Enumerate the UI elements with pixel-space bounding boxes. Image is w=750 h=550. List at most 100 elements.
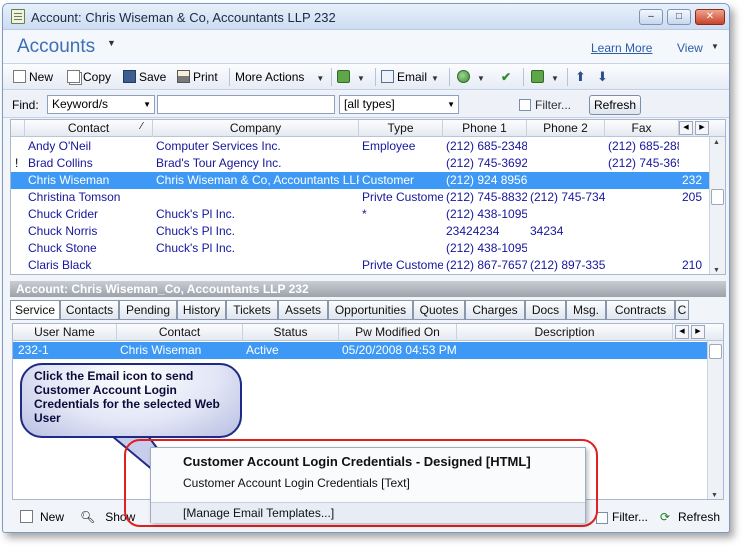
extra-cell [679,223,711,240]
flag-column-header[interactable] [11,120,25,137]
close-button[interactable]: ✕ [695,9,725,25]
column-header-phone1[interactable]: Phone 1 [443,120,527,137]
contacts-scrollbar[interactable]: ▲ ▼ [709,137,725,274]
tab-contacts[interactable]: Contacts [60,300,119,320]
table-row[interactable]: Chuck Norris Chuck's Pl Inc. 23424234 34234 [11,223,725,240]
tab-opportunities[interactable]: Opportunities [328,300,413,320]
minimize-button[interactable]: – [639,9,663,25]
column-header-phone2[interactable]: Phone 2 [527,120,605,137]
table-row[interactable]: Christina Tomson Privte Customer (212) 745… [11,189,725,206]
phone1-cell: (212) 745-8832 [446,190,527,204]
type-select[interactable]: [all types] ▼ [339,95,459,114]
copy-button[interactable]: Copy [67,68,111,86]
scroll-thumb[interactable] [711,189,724,205]
tab-tickets[interactable]: Tickets [226,300,278,320]
column-header-contact[interactable]: Contact [117,324,243,341]
table-row[interactable]: Claris Black Privte Customer (212) 867-765… [11,257,725,274]
web-button[interactable]: ▼ [457,68,485,86]
export-icon [531,70,544,83]
email-button[interactable]: Email ▼ [381,68,439,86]
new-page-icon [13,70,26,83]
menu-item-manage-templates[interactable]: [Manage Email Templates...] [151,502,585,523]
schedule-button[interactable]: ▼ [337,68,365,86]
new-user-label: New [40,510,65,524]
tab-msg[interactable]: Msg. [566,300,606,320]
scroll-up-icon[interactable]: ▲ [713,139,720,146]
account-card-icon [11,9,25,24]
chevron-down-icon: ▼ [143,100,151,109]
type-cell: Privte Customer [362,258,443,272]
arrow-down-icon: ⬇ [597,69,608,84]
scroll-down-icon[interactable]: ▼ [713,267,720,274]
table-row[interactable]: Chris Wiseman Chris Wiseman & Co, Account… [11,172,725,189]
search-input[interactable] [157,95,335,114]
save-button[interactable]: Save [123,68,166,86]
fax-cell: (212) 745-3692 [608,156,679,170]
phone1-cell: (212) 867-7657 [446,258,527,272]
tab-pending[interactable]: Pending [119,300,177,320]
column-header-type[interactable]: Type [359,120,443,137]
users-filter-checkbox[interactable] [596,512,608,524]
spellcheck-button[interactable]: ✔ [501,68,511,86]
phone1-cell: (212) 924 8956 [446,173,527,187]
extra-cell [679,138,711,155]
move-down-button[interactable]: ⬇ [597,68,608,86]
table-row[interactable]: Andy O'Neil Computer Services Inc. Employe… [11,138,725,155]
table-row[interactable]: Chuck Crider Chuck's Pl Inc. * (212) 438-10… [11,206,725,223]
users-scrollbar[interactable]: ▼ [707,341,723,499]
grid-header: Contact ⁄ Company Type Phone 1 Phone 2 F… [11,120,725,137]
tab-service[interactable]: Service [10,300,60,320]
tab-history[interactable]: History [177,300,226,320]
fax-cell [605,172,679,189]
view-menu[interactable]: View [677,41,703,55]
chevron-down-icon[interactable]: ▼ [711,42,719,51]
scroll-right-icon[interactable]: ▶ [695,121,709,135]
learn-more-link[interactable]: Learn More [591,41,652,55]
tab-c[interactable]: C [675,300,689,320]
find-field-select[interactable]: Keyword/s ▼ [47,95,155,114]
spellcheck-icon: ✔ [501,70,512,84]
column-header-fax[interactable]: Fax [605,120,679,137]
show-button[interactable]: 🔍︎ Show [80,510,135,524]
column-header-description[interactable]: Description [457,324,673,341]
column-header-contact[interactable]: Contact [25,120,153,137]
export-button[interactable]: ▼ [531,68,559,86]
tab-docs[interactable]: Docs [525,300,566,320]
menu-item-designed-html[interactable]: Customer Account Login Credentials - Des… [151,454,585,469]
maximize-button[interactable]: □ [667,9,691,25]
tab-quotes[interactable]: Quotes [413,300,465,320]
company-cell: Chuck's Pl Inc. [156,207,235,221]
contact-cell: Chuck Crider [28,207,99,221]
scroll-right-icon[interactable]: ▶ [691,325,705,339]
refresh-button[interactable]: Refresh [589,95,641,115]
scroll-down-icon[interactable]: ▼ [711,492,718,499]
new-label: New [29,70,54,84]
schedule-icon [337,70,350,83]
menu-item-text[interactable]: Customer Account Login Credentials [Text… [151,476,585,490]
refresh-icon[interactable]: ⟳ [660,510,670,524]
column-header-user-name[interactable]: User Name [13,324,117,341]
tab-contracts[interactable]: Contracts [606,300,675,320]
page-title[interactable]: Accounts [17,36,95,58]
flag-cell [11,189,25,206]
column-header-status[interactable]: Status [243,324,339,341]
chevron-down-icon[interactable]: ▼ [107,38,116,48]
print-button[interactable]: Print [177,68,218,86]
filter-checkbox[interactable] [519,99,531,111]
tab-charges[interactable]: Charges [465,300,525,320]
users-refresh-button[interactable]: Refresh [678,510,720,524]
more-actions-button[interactable]: More Actions ▼ [235,68,324,86]
table-row[interactable]: ! Brad Collins Brad's Tour Agency Inc. (212… [11,155,725,172]
new-user-button[interactable]: New [20,510,64,524]
scroll-left-icon[interactable]: ◀ [679,121,693,135]
company-cell: Chuck's Pl Inc. [156,241,235,255]
tab-assets[interactable]: Assets [278,300,328,320]
table-row[interactable]: 232-1 Chris Wiseman Active 05/20/2008 04… [13,342,723,359]
scroll-left-icon[interactable]: ◀ [675,325,689,339]
new-button[interactable]: New [13,68,53,86]
scroll-thumb[interactable] [709,344,722,359]
move-up-button[interactable]: ⬆ [575,68,586,86]
column-header-pw-modified[interactable]: Pw Modified On [339,324,457,341]
column-header-company[interactable]: Company [153,120,359,137]
table-row[interactable]: Chuck Stone Chuck's Pl Inc. (212) 438-1095 [11,240,725,257]
